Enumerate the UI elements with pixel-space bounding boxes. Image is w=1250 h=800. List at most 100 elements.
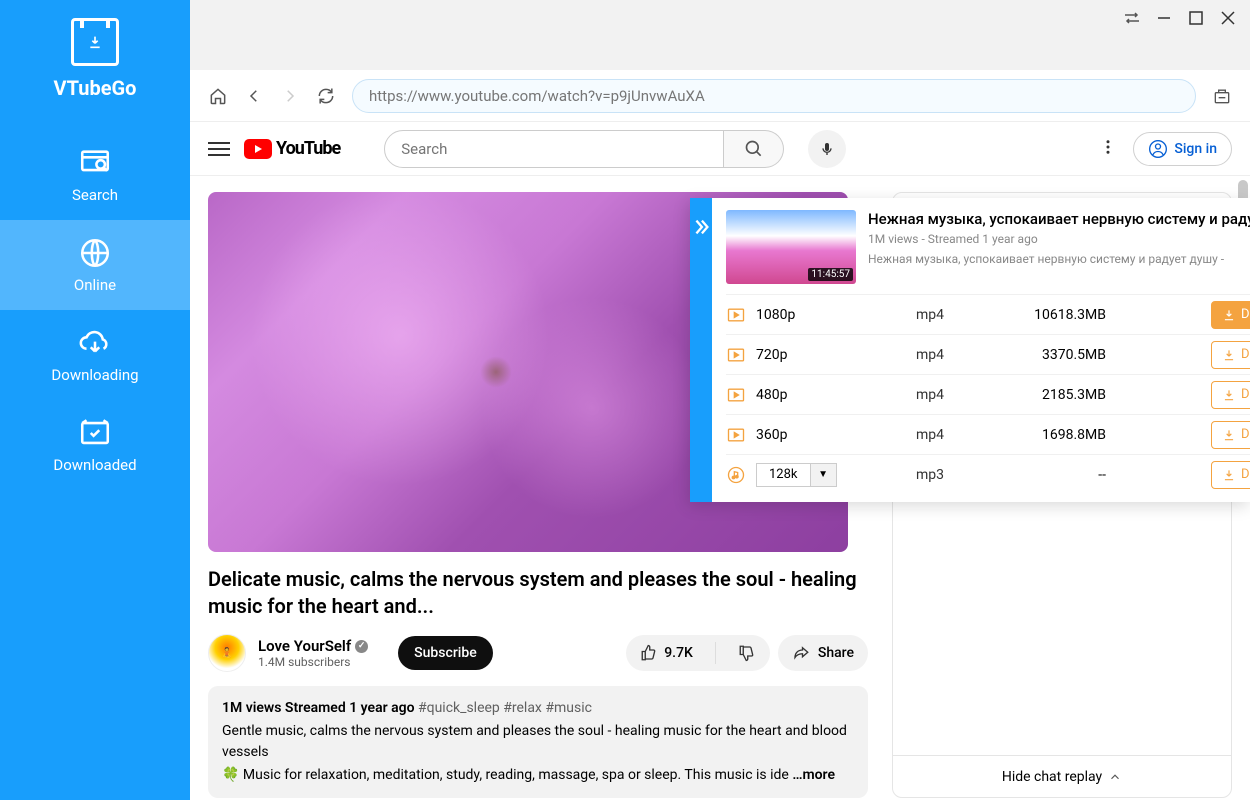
- video-duration: 11:45:57: [808, 268, 853, 281]
- description-box[interactable]: 1M views Streamed 1 year ago #quick_slee…: [208, 686, 868, 798]
- collapse-panel-button[interactable]: [690, 198, 712, 502]
- search-input[interactable]: [384, 130, 724, 168]
- settings-menu-icon[interactable]: [1099, 138, 1117, 160]
- extension-icon[interactable]: [1212, 86, 1232, 106]
- settings-toggle-icon[interactable]: [1122, 8, 1142, 28]
- video-title: Delicate music, calms the nervous system…: [208, 566, 868, 620]
- desc-tags: #quick_sleep #relax #music: [418, 700, 592, 716]
- signin-button[interactable]: Sign in: [1133, 132, 1232, 166]
- download-icon: [1222, 468, 1236, 482]
- download-format: mp4: [916, 387, 996, 403]
- download-format: mp4: [916, 427, 996, 443]
- download-size: 2185.3MB: [1006, 387, 1106, 403]
- dislike-button[interactable]: [724, 635, 770, 671]
- sidebar-item-label: Downloading: [51, 366, 138, 384]
- channel-avatar[interactable]: 🧘: [208, 634, 246, 672]
- download-button[interactable]: Download: [1211, 341, 1250, 369]
- sidebar-item-label: Online: [74, 276, 116, 294]
- desc-meta: 1M views Streamed 1 year ago: [222, 700, 415, 716]
- channel-name[interactable]: Love YourSelf ✓: [258, 637, 368, 655]
- subscribe-button[interactable]: Subscribe: [398, 636, 493, 670]
- download-size: 3370.5MB: [1006, 347, 1106, 363]
- chevrons-right-icon: [690, 216, 712, 238]
- like-button[interactable]: 9.7K: [626, 635, 707, 671]
- main-column: https://www.youtube.com/watch?v=p9jUnvwA…: [190, 0, 1250, 800]
- download-icon: [1222, 428, 1236, 442]
- download-icon: [1222, 348, 1236, 362]
- download-icon: [1222, 308, 1236, 322]
- download-panel: 11:45:57 Нежная музыка, успокаивает нерв…: [690, 198, 1250, 502]
- video-icon: [726, 425, 746, 445]
- back-icon[interactable]: [244, 86, 264, 106]
- sidebar-item-search[interactable]: Search: [0, 130, 190, 220]
- share-button[interactable]: Share: [778, 635, 868, 671]
- sidebar-item-label: Downloaded: [53, 456, 136, 474]
- globe-icon: [78, 236, 112, 270]
- minimize-button[interactable]: [1154, 8, 1174, 28]
- download-resolution: 1080p: [756, 307, 906, 323]
- download-size: 1698.8MB: [1006, 427, 1106, 443]
- download-button[interactable]: Download: [1211, 421, 1250, 449]
- close-button[interactable]: [1218, 8, 1238, 28]
- app-name: VTubeGo: [54, 76, 137, 100]
- home-icon[interactable]: [208, 86, 228, 106]
- video-icon: [726, 345, 746, 365]
- sidebar-item-online[interactable]: Online: [0, 220, 190, 310]
- more-link[interactable]: …more: [792, 767, 835, 783]
- download-thumbnail: 11:45:57: [726, 210, 856, 284]
- download-resolution: 128k▼: [756, 463, 906, 487]
- download-option-row: 128k▼mp3--Download: [726, 454, 1250, 494]
- download-options-table: 1080pmp410618.3MBDownload720pmp43370.5MB…: [726, 294, 1250, 494]
- download-format: mp4: [916, 347, 996, 363]
- maximize-button[interactable]: [1186, 8, 1206, 28]
- download-size: 10618.3MB: [1006, 307, 1106, 323]
- audio-bitrate-select[interactable]: 128k▼: [756, 463, 906, 487]
- url-bar[interactable]: https://www.youtube.com/watch?v=p9jUnvwA…: [352, 79, 1196, 113]
- like-dislike-group: 9.7K: [626, 635, 770, 671]
- download-size: --: [1006, 467, 1106, 483]
- download-meta: 1M views - Streamed 1 year ago: [868, 232, 1250, 246]
- youtube-logo[interactable]: YouTube: [244, 138, 340, 159]
- download-button[interactable]: Download: [1211, 461, 1250, 489]
- youtube-play-icon: [244, 139, 272, 159]
- download-option-row: 720pmp43370.5MBDownload: [726, 334, 1250, 374]
- verified-icon: ✓: [355, 640, 368, 653]
- youtube-logo-text: YouTube: [276, 138, 340, 159]
- hide-chat-button[interactable]: Hide chat replay: [893, 755, 1231, 797]
- forward-icon[interactable]: [280, 86, 300, 106]
- download-desc: Нежная музыка, успокаивает нервную систе…: [868, 252, 1250, 266]
- desc-line2: 🍀 Music for relaxation, meditation, stud…: [222, 767, 789, 783]
- thumbs-down-icon: [738, 644, 756, 662]
- chevron-up-icon: [1108, 770, 1122, 784]
- cloud-download-icon: [78, 326, 112, 360]
- url-text: https://www.youtube.com/watch?v=p9jUnvwA…: [369, 87, 705, 105]
- audio-icon: [726, 465, 746, 485]
- user-icon: [1148, 139, 1168, 159]
- reload-icon[interactable]: [316, 86, 336, 106]
- sidebar-item-downloaded[interactable]: Downloaded: [0, 400, 190, 490]
- sidebar-item-label: Search: [72, 186, 118, 204]
- download-icon: [1222, 388, 1236, 402]
- app-sidebar: VTubeGo Search Online Downloading Downlo…: [0, 0, 190, 800]
- download-format: mp4: [916, 307, 996, 323]
- thumbs-up-icon: [640, 644, 658, 662]
- voice-search-button[interactable]: [808, 130, 846, 168]
- video-check-icon: [78, 416, 112, 450]
- content-area: YouTube Sign in: [190, 122, 1250, 800]
- sidebar-item-downloading[interactable]: Downloading: [0, 310, 190, 400]
- like-count: 9.7K: [664, 645, 693, 661]
- youtube-search: [384, 130, 784, 168]
- youtube-header: YouTube Sign in: [190, 122, 1250, 176]
- app-logo: [71, 18, 119, 66]
- download-resolution: 360p: [756, 427, 906, 443]
- download-resolution: 480p: [756, 387, 906, 403]
- search-button[interactable]: [724, 130, 784, 168]
- download-option-row: 360p mp4 1698.8MB Download: [726, 414, 1250, 454]
- hamburger-icon[interactable]: [208, 138, 230, 160]
- download-button[interactable]: Download: [1211, 301, 1250, 329]
- signin-label: Sign in: [1174, 141, 1217, 157]
- share-label: Share: [818, 645, 854, 661]
- search-panel-icon: [78, 146, 112, 180]
- download-button[interactable]: Download: [1211, 381, 1250, 409]
- search-icon: [744, 139, 764, 159]
